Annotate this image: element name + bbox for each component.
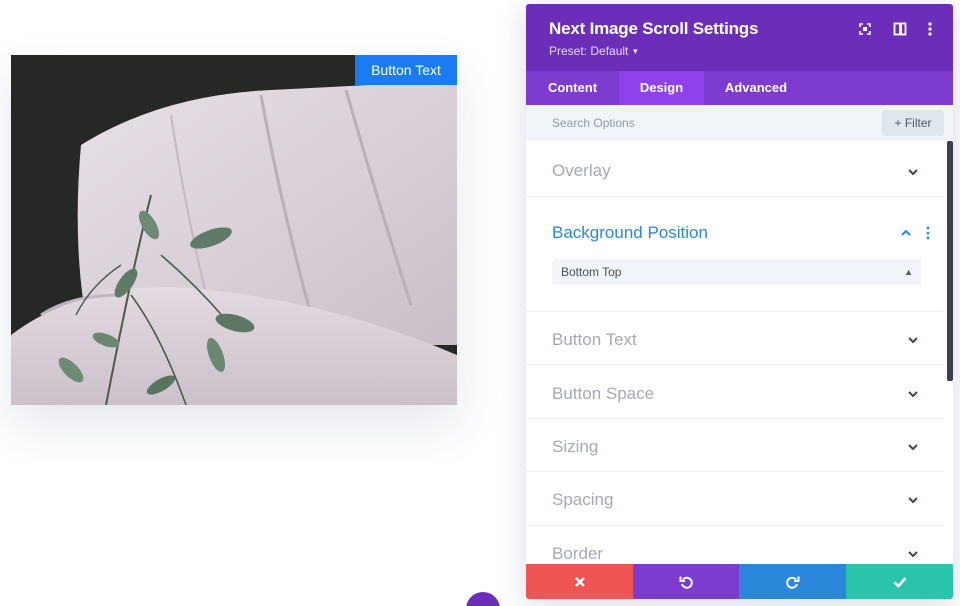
- tab-design[interactable]: Design: [619, 71, 704, 105]
- preset-label: Preset: Default: [549, 44, 629, 58]
- preset-selector[interactable]: Preset: Default ▼: [549, 44, 639, 58]
- section-title: Border: [552, 544, 604, 563]
- caret-down-icon: ▼: [631, 47, 640, 56]
- search-input[interactable]: [526, 105, 876, 141]
- section-title: Sizing: [552, 437, 599, 456]
- modal-title: Next Image Scroll Settings: [549, 19, 759, 38]
- select-value: Bottom Top: [561, 265, 622, 279]
- chevron-down-icon: [908, 337, 918, 344]
- section-title: Overlay: [552, 161, 611, 180]
- chevron-down-icon: [908, 169, 918, 176]
- chevron-down-icon: [908, 497, 918, 504]
- fullscreen-icon[interactable]: [857, 21, 873, 37]
- settings-tabs: Content Design Advanced: [526, 71, 953, 105]
- builder-fab-button[interactable]: [466, 592, 500, 606]
- section-border[interactable]: Border: [526, 526, 944, 564]
- section-sizing[interactable]: Sizing: [526, 419, 944, 472]
- tab-content[interactable]: Content: [526, 71, 619, 105]
- modal-header: Next Image Scroll Settings Preset: Defau…: [526, 4, 953, 71]
- section-button-text[interactable]: Button Text: [526, 312, 944, 365]
- undo-icon: [679, 576, 693, 589]
- select-arrows-icon: ▲: [904, 267, 913, 277]
- section-spacing[interactable]: Spacing: [526, 472, 944, 526]
- redo-button[interactable]: [739, 564, 846, 599]
- section-overlay[interactable]: Overlay: [526, 141, 944, 197]
- section-title: Spacing: [552, 490, 614, 509]
- filter-button[interactable]: + Filter: [882, 110, 944, 136]
- cancel-button[interactable]: [526, 564, 633, 599]
- preview-button[interactable]: Button Text: [355, 55, 457, 85]
- more-vertical-icon[interactable]: [922, 21, 938, 37]
- redo-icon: [785, 576, 799, 589]
- background-position-select[interactable]: Bottom Top ▲: [552, 259, 921, 285]
- tab-advanced[interactable]: Advanced: [704, 71, 808, 105]
- section-title: Button Space: [552, 384, 655, 403]
- sofa-photo: [11, 55, 457, 405]
- chevron-down-icon: [908, 551, 918, 558]
- settings-modal: Next Image Scroll Settings Preset: Defau…: [526, 4, 953, 599]
- save-button[interactable]: [846, 564, 953, 599]
- section-title: Background Position: [552, 223, 708, 242]
- scrollbar[interactable]: [947, 141, 953, 381]
- section-button-space[interactable]: Button Space: [526, 365, 944, 419]
- close-icon: [574, 576, 585, 587]
- modal-footer: [526, 564, 953, 599]
- chevron-up-icon: [901, 229, 911, 236]
- more-vertical-icon[interactable]: [926, 226, 930, 240]
- chevron-down-icon: [908, 391, 918, 398]
- image-scroll-preview: Button Text: [11, 55, 457, 405]
- split-view-icon[interactable]: [892, 21, 908, 37]
- section-title: Button Text: [552, 330, 637, 349]
- chevron-down-icon: [908, 444, 918, 451]
- section-background-position[interactable]: Background Position: [526, 197, 944, 312]
- undo-button[interactable]: [633, 564, 739, 599]
- check-icon: [893, 576, 906, 588]
- options-list: Overlay Background Position Bottom Top ▲…: [526, 141, 946, 564]
